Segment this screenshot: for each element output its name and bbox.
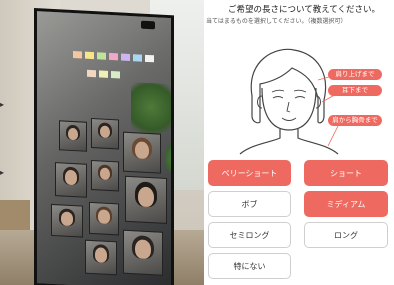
length-tag-chin[interactable]: 肩り上げまで bbox=[328, 69, 382, 80]
length-tag-below-ear[interactable]: 耳下まで bbox=[328, 85, 382, 96]
swatch bbox=[73, 51, 82, 59]
screenshot-canvas: ▸ ▸ ご希望の長さについて教えてください。 当てはまるものを選択してください。… bbox=[0, 0, 394, 285]
hairstyle-thumbnail[interactable] bbox=[59, 120, 87, 152]
option-long-button[interactable]: ロング bbox=[304, 222, 388, 248]
hairstyle-thumbnail[interactable] bbox=[125, 175, 167, 224]
swatch bbox=[87, 69, 96, 78]
salon-mirror-photo: ▸ ▸ bbox=[0, 0, 204, 285]
swatch bbox=[85, 51, 94, 60]
face-illustration-icon bbox=[239, 48, 341, 155]
hairstyle-thumbnail[interactable] bbox=[91, 159, 119, 192]
option-no-preference-button[interactable]: 特にない bbox=[208, 253, 291, 279]
option-bob-button[interactable]: ボブ bbox=[208, 191, 291, 217]
swatch bbox=[121, 53, 130, 62]
option-short-button[interactable]: ショート bbox=[304, 160, 388, 186]
question-subtitle: 当てはまるものを選択してください。（複数選択可） bbox=[206, 18, 347, 25]
swatch bbox=[99, 70, 108, 78]
hairstyle-thumbnail[interactable] bbox=[123, 229, 163, 276]
hairstyle-thumbnail[interactable] bbox=[91, 117, 119, 150]
hairstyle-thumbnail[interactable] bbox=[123, 131, 161, 174]
swatch bbox=[145, 54, 154, 63]
swatch bbox=[97, 52, 106, 60]
pointer-mark: ▸ bbox=[0, 100, 5, 109]
hairstyle-thumbnail[interactable] bbox=[55, 162, 87, 198]
plant-reflection-2 bbox=[165, 137, 174, 180]
hairstyle-thumbnail[interactable] bbox=[89, 201, 119, 236]
option-very-short-button[interactable]: ベリーショート bbox=[208, 160, 291, 186]
option-medium-button[interactable]: ミディアム bbox=[304, 191, 388, 217]
hairstyle-thumbnail[interactable] bbox=[85, 239, 117, 276]
smart-mirror-display bbox=[34, 8, 174, 285]
swatch bbox=[133, 54, 142, 62]
pointer-mark-2: ▸ bbox=[0, 168, 5, 177]
option-semi-long-button[interactable]: セミロング bbox=[208, 222, 291, 248]
swatch bbox=[111, 71, 120, 79]
hairstyle-thumbnail[interactable] bbox=[51, 203, 83, 238]
questionnaire-screen: ご希望の長さについて教えてください。 当てはまるものを選択してください。（複数選… bbox=[204, 0, 394, 285]
camera-icon bbox=[141, 20, 155, 30]
length-tag-shoulder[interactable]: 肩から胸骨まで bbox=[328, 115, 382, 126]
swatch bbox=[109, 52, 118, 61]
question-title: ご希望の長さについて教えてください。 bbox=[227, 5, 381, 15]
